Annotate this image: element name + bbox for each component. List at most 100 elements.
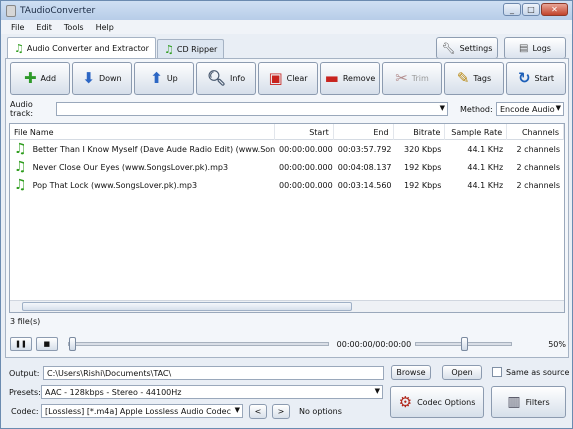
- sample-rate-cell: 44.1 KHz: [467, 180, 504, 190]
- table-row[interactable]: ♫ Pop That Lock (www.SongsLover.pk).mp3 00…: [10, 176, 564, 194]
- music-note-icon: ♫: [14, 141, 27, 157]
- start-label: Start: [534, 74, 555, 83]
- trim-label: Trim: [411, 74, 429, 83]
- settings-button[interactable]: 🔧︎ Settings: [436, 37, 498, 59]
- info-button[interactable]: 🔍︎ Info: [196, 62, 256, 95]
- presets-value: AAC - 128kbps - Stereo - 44100Hz: [45, 387, 182, 397]
- presets-label: Presets:: [9, 388, 41, 397]
- clear-button[interactable]: ▣ Clear: [258, 62, 318, 95]
- start-cell: 00:00:00.000: [278, 162, 333, 172]
- volume-display: 50%: [548, 339, 566, 349]
- same-as-source-checkbox[interactable]: [492, 367, 502, 377]
- filters-button[interactable]: ▥ Filters: [491, 386, 566, 418]
- column-sample-rate[interactable]: Sample Rate: [445, 124, 508, 140]
- audio-track-select[interactable]: ▼: [56, 102, 448, 116]
- music-note-icon: ♫: [163, 42, 174, 56]
- position-slider-thumb[interactable]: [68, 337, 76, 351]
- add-icon: ✚: [23, 69, 37, 87]
- title-bar[interactable]: TAudioConverter _ □ ✕: [1, 1, 572, 20]
- sample-rate-cell: 44.1 KHz: [467, 144, 504, 154]
- channels-cell: 2 channels: [516, 162, 560, 172]
- same-as-source-option[interactable]: Same as source: [492, 367, 569, 377]
- list-header: File Name Start End Bitrate Sample Rate …: [10, 124, 564, 140]
- remove-button[interactable]: ▬ Remove: [320, 62, 380, 95]
- output-path-field[interactable]: C:\Users\Rishi\Documents\TAC\: [43, 366, 384, 380]
- add-button[interactable]: ✚ Add: [10, 62, 70, 95]
- presets-select[interactable]: AAC - 128kbps - Stereo - 44100Hz ▼: [41, 385, 383, 399]
- scissors-icon: ✂: [395, 69, 408, 87]
- add-label: Add: [40, 74, 57, 83]
- position-slider[interactable]: [67, 337, 329, 351]
- toolbar: ✚ Add ⬇ Down ⬆ Up 🔍︎ Info ▣ Clear ▬ Remove ✂ Trim ✎ Tag…: [10, 62, 566, 95]
- magnifier-icon: 🔍︎: [206, 69, 226, 87]
- column-start[interactable]: Start: [275, 124, 334, 140]
- sample-rate-cell: 44.1 KHz: [467, 162, 504, 172]
- codec-select[interactable]: [Lossless] [*.m4a] Apple Lossless Audio …: [41, 404, 243, 418]
- column-end[interactable]: End: [334, 124, 394, 140]
- tags-button[interactable]: ✎ Tags: [444, 62, 504, 95]
- table-row[interactable]: ♫ Never Close Our Eyes (www.SongsLover.pk…: [10, 158, 564, 176]
- tab-audio-converter[interactable]: ♫ Audio Converter and Extractor: [7, 37, 156, 58]
- tab-label: CD Ripper: [176, 44, 218, 54]
- log-icon: ▤: [519, 42, 529, 54]
- converter-panel: ✚ Add ⬇ Down ⬆ Up 🔍︎ Info ▣ Clear ▬ Remove ✂ Trim ✎ Tag…: [5, 58, 569, 358]
- chevron-down-icon: ▼: [234, 406, 240, 414]
- maximize-button[interactable]: □: [522, 3, 540, 16]
- track-row: Audio track: ▼ Method: Encode Audio ▼: [10, 100, 566, 118]
- menu-tools[interactable]: Tools: [64, 23, 84, 32]
- volume-slider[interactable]: [414, 337, 513, 351]
- codec-options-button[interactable]: ⚙ Codec Options: [390, 386, 484, 418]
- menu-bar: File Edit Tools Help: [1, 20, 572, 34]
- window-title: TAudioConverter: [20, 5, 96, 16]
- filters-icon: ▥: [507, 394, 521, 410]
- volume-slider-thumb[interactable]: [461, 337, 469, 351]
- stop-icon: ■: [43, 340, 51, 348]
- player-bar: ❚❚ ■ 00:00:00/00:00:00 50%: [10, 334, 566, 354]
- pause-icon: ❚❚: [15, 340, 27, 348]
- start-button[interactable]: ↻ Start: [506, 62, 566, 95]
- menu-file[interactable]: File: [11, 23, 24, 32]
- codec-options-label: Codec Options: [417, 397, 476, 407]
- minimize-button[interactable]: _: [503, 3, 521, 16]
- wrench-icon: 🔧︎: [441, 41, 456, 55]
- table-row[interactable]: ♫ Better Than I Know Myself (Dave Aude Ra…: [10, 140, 564, 158]
- app-window: TAudioConverter _ □ ✕ File Edit Tools He…: [0, 0, 573, 429]
- chevron-down-icon: ▼: [374, 387, 380, 395]
- column-bitrate[interactable]: Bitrate: [394, 124, 446, 140]
- browse-button[interactable]: Browse: [391, 365, 431, 380]
- method-select[interactable]: Encode Audio ▼: [496, 102, 564, 116]
- next-codec-button[interactable]: >: [272, 404, 290, 419]
- horizontal-scrollbar[interactable]: [10, 300, 564, 312]
- trim-button[interactable]: ✂ Trim: [382, 62, 442, 95]
- close-button[interactable]: ✕: [541, 3, 568, 16]
- end-cell: 00:03:14.560: [337, 180, 392, 190]
- time-display: 00:00:00/00:00:00: [336, 339, 412, 349]
- file-list[interactable]: File Name Start End Bitrate Sample Rate …: [9, 123, 565, 313]
- logs-button[interactable]: ▤ Logs: [504, 37, 566, 59]
- column-file-name[interactable]: File Name: [10, 124, 275, 140]
- app-icon: [6, 4, 16, 17]
- same-as-source-label: Same as source: [506, 367, 570, 377]
- up-button[interactable]: ⬆ Up: [134, 62, 194, 95]
- bitrate-cell: 192 Kbps: [404, 180, 442, 190]
- codec-options-icon: ⚙: [398, 393, 413, 411]
- down-button[interactable]: ⬇ Down: [72, 62, 132, 95]
- menu-edit[interactable]: Edit: [36, 23, 52, 32]
- tab-cd-ripper[interactable]: ♫ CD Ripper: [156, 39, 225, 58]
- bitrate-cell: 320 Kbps: [404, 144, 442, 154]
- method-label: Method:: [460, 104, 493, 114]
- menu-help[interactable]: Help: [96, 23, 114, 32]
- pause-button[interactable]: ❚❚: [10, 337, 32, 351]
- logs-label: Logs: [532, 43, 551, 53]
- tab-bar: ♫ Audio Converter and Extractor ♫ CD Rip…: [7, 37, 225, 58]
- audio-track-label: Audio track:: [10, 100, 34, 118]
- open-button[interactable]: Open: [442, 365, 482, 380]
- codec-value: [Lossless] [*.m4a] Apple Lossless Audio …: [45, 406, 231, 416]
- end-cell: 00:04:08.137: [337, 162, 392, 172]
- music-note-icon: ♫: [14, 177, 27, 193]
- previous-codec-button[interactable]: <: [249, 404, 267, 419]
- column-channels[interactable]: Channels: [507, 124, 564, 140]
- stop-button[interactable]: ■: [35, 337, 58, 351]
- arrow-down-icon: ⬇: [82, 69, 95, 87]
- scrollbar-thumb[interactable]: [22, 302, 352, 311]
